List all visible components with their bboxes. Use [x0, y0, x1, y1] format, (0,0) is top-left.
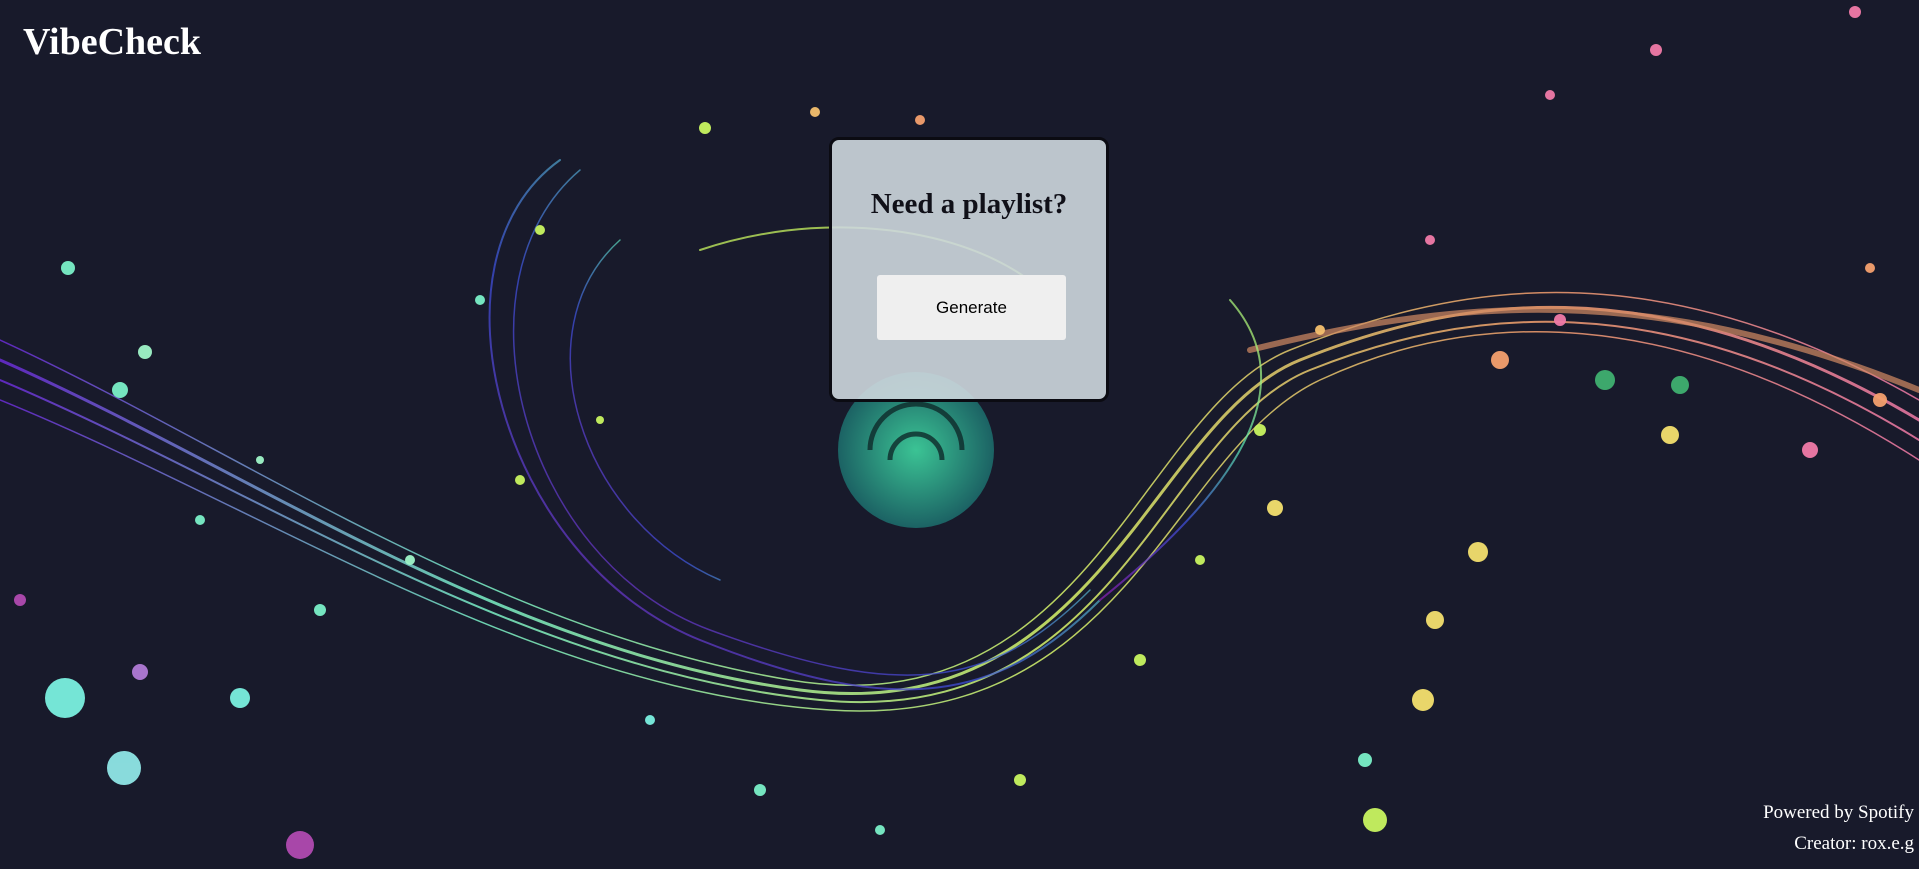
powered-by-text: Powered by Spotify [1763, 802, 1914, 823]
card-title: Need a playlist? [870, 188, 1068, 220]
app-logo: VibeCheck [23, 21, 202, 63]
generate-button[interactable]: Generate [877, 275, 1066, 340]
background-artwork [0, 0, 1919, 869]
footer: Powered by Spotify Creator: rox.e.g [1763, 797, 1914, 859]
playlist-card: Need a playlist? Generate [829, 137, 1109, 402]
creator-text: Creator: rox.e.g [1794, 833, 1914, 854]
